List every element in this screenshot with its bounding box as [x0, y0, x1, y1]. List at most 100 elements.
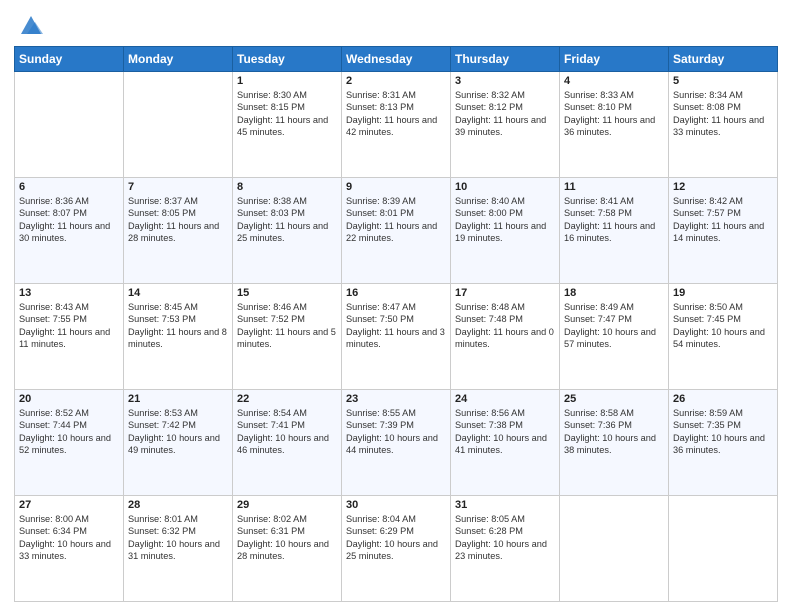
- day-info: Sunrise: 8:46 AMSunset: 7:52 PMDaylight:…: [237, 301, 337, 351]
- day-number: 24: [455, 393, 555, 405]
- calendar-cell: 16 Sunrise: 8:47 AMSunset: 7:50 PMDayligh…: [342, 284, 451, 390]
- calendar-header-row: SundayMondayTuesdayWednesdayThursdayFrid…: [15, 47, 778, 72]
- calendar-cell: 21 Sunrise: 8:53 AMSunset: 7:42 PMDayligh…: [124, 390, 233, 496]
- calendar-table: SundayMondayTuesdayWednesdayThursdayFrid…: [14, 46, 778, 602]
- calendar-cell: [15, 72, 124, 178]
- calendar-cell: 30 Sunrise: 8:04 AMSunset: 6:29 PMDayligh…: [342, 496, 451, 602]
- calendar-cell: 17 Sunrise: 8:48 AMSunset: 7:48 PMDayligh…: [451, 284, 560, 390]
- calendar-week-row: 6 Sunrise: 8:36 AMSunset: 8:07 PMDaylight…: [15, 178, 778, 284]
- calendar-cell: 3 Sunrise: 8:32 AMSunset: 8:12 PMDaylight…: [451, 72, 560, 178]
- day-number: 18: [564, 287, 664, 299]
- day-number: 6: [19, 181, 119, 193]
- weekday-header: Wednesday: [342, 47, 451, 72]
- day-number: 12: [673, 181, 773, 193]
- calendar-cell: 2Sunrise: 8:31 AMSunset: 8:13 PMDaylight…: [342, 72, 451, 178]
- day-info: Sunrise: 8:55 AMSunset: 7:39 PMDaylight:…: [346, 407, 446, 457]
- day-info: Sunrise: 8:50 AMSunset: 7:45 PMDaylight:…: [673, 301, 773, 351]
- day-number: 22: [237, 393, 337, 405]
- day-info: Sunrise: 8:43 AMSunset: 7:55 PMDaylight:…: [19, 301, 119, 351]
- calendar-cell: 31 Sunrise: 8:05 AMSunset: 6:28 PMDayligh…: [451, 496, 560, 602]
- calendar-cell: 12 Sunrise: 8:42 AMSunset: 7:57 PMDayligh…: [669, 178, 778, 284]
- calendar-cell: 22 Sunrise: 8:54 AMSunset: 7:41 PMDayligh…: [233, 390, 342, 496]
- day-number: 15: [237, 287, 337, 299]
- calendar-cell: 7 Sunrise: 8:37 AMSunset: 8:05 PMDaylight…: [124, 178, 233, 284]
- day-number: 2: [346, 75, 446, 87]
- day-info: Sunrise: 8:36 AMSunset: 8:07 PMDaylight:…: [19, 195, 119, 245]
- calendar-cell: 1 Sunrise: 8:30 AMSunset: 8:15 PMDaylight…: [233, 72, 342, 178]
- day-info: Sunrise: 8:02 AMSunset: 6:31 PMDaylight:…: [237, 513, 337, 563]
- day-info: Sunrise: 8:33 AMSunset: 8:10 PMDaylight:…: [564, 89, 664, 139]
- day-number: 20: [19, 393, 119, 405]
- day-number: 11: [564, 181, 664, 193]
- calendar-week-row: 20 Sunrise: 8:52 AMSunset: 7:44 PMDayligh…: [15, 390, 778, 496]
- day-info: Sunrise: 8:42 AMSunset: 7:57 PMDaylight:…: [673, 195, 773, 245]
- calendar-cell: 18 Sunrise: 8:49 AMSunset: 7:47 PMDayligh…: [560, 284, 669, 390]
- weekday-header: Monday: [124, 47, 233, 72]
- day-number: 9: [346, 181, 446, 193]
- day-info: Sunrise: 8:47 AMSunset: 7:50 PMDaylight:…: [346, 301, 446, 351]
- day-number: 27: [19, 499, 119, 511]
- day-number: 10: [455, 181, 555, 193]
- header: [14, 10, 778, 38]
- day-info: Sunrise: 8:58 AMSunset: 7:36 PMDaylight:…: [564, 407, 664, 457]
- day-info: Sunrise: 8:05 AMSunset: 6:28 PMDaylight:…: [455, 513, 555, 563]
- day-info: Sunrise: 8:53 AMSunset: 7:42 PMDaylight:…: [128, 407, 228, 457]
- day-info: Sunrise: 8:45 AMSunset: 7:53 PMDaylight:…: [128, 301, 228, 351]
- day-number: 31: [455, 499, 555, 511]
- day-number: 1: [237, 75, 337, 87]
- day-info: Sunrise: 8:52 AMSunset: 7:44 PMDaylight:…: [19, 407, 119, 457]
- weekday-header: Tuesday: [233, 47, 342, 72]
- logo-icon: [17, 10, 45, 38]
- calendar-cell: 24 Sunrise: 8:56 AMSunset: 7:38 PMDayligh…: [451, 390, 560, 496]
- day-number: 30: [346, 499, 446, 511]
- day-number: 28: [128, 499, 228, 511]
- day-info: Sunrise: 8:37 AMSunset: 8:05 PMDaylight:…: [128, 195, 228, 245]
- calendar-cell: 5Sunrise: 8:34 AMSunset: 8:08 PMDaylight…: [669, 72, 778, 178]
- weekday-header: Sunday: [15, 47, 124, 72]
- day-info: Sunrise: 8:04 AMSunset: 6:29 PMDaylight:…: [346, 513, 446, 563]
- day-number: 7: [128, 181, 228, 193]
- day-number: 16: [346, 287, 446, 299]
- calendar-cell: [669, 496, 778, 602]
- day-number: 5: [673, 75, 773, 87]
- page: SundayMondayTuesdayWednesdayThursdayFrid…: [0, 0, 792, 612]
- day-number: 4: [564, 75, 664, 87]
- calendar-cell: 25Sunrise: 8:58 AMSunset: 7:36 PMDayligh…: [560, 390, 669, 496]
- day-number: 8: [237, 181, 337, 193]
- day-number: 23: [346, 393, 446, 405]
- calendar-cell: 8 Sunrise: 8:38 AMSunset: 8:03 PMDaylight…: [233, 178, 342, 284]
- day-info: Sunrise: 8:49 AMSunset: 7:47 PMDaylight:…: [564, 301, 664, 351]
- day-number: 29: [237, 499, 337, 511]
- calendar-cell: 23 Sunrise: 8:55 AMSunset: 7:39 PMDayligh…: [342, 390, 451, 496]
- calendar-cell: 19Sunrise: 8:50 AMSunset: 7:45 PMDayligh…: [669, 284, 778, 390]
- calendar-cell: 14 Sunrise: 8:45 AMSunset: 7:53 PMDayligh…: [124, 284, 233, 390]
- calendar-cell: 10Sunrise: 8:40 AMSunset: 8:00 PMDayligh…: [451, 178, 560, 284]
- calendar-cell: 9 Sunrise: 8:39 AMSunset: 8:01 PMDaylight…: [342, 178, 451, 284]
- calendar-cell: 13 Sunrise: 8:43 AMSunset: 7:55 PMDayligh…: [15, 284, 124, 390]
- day-number: 21: [128, 393, 228, 405]
- day-info: Sunrise: 8:32 AMSunset: 8:12 PMDaylight:…: [455, 89, 555, 139]
- calendar-cell: 20 Sunrise: 8:52 AMSunset: 7:44 PMDayligh…: [15, 390, 124, 496]
- calendar-cell: [560, 496, 669, 602]
- calendar-week-row: 13 Sunrise: 8:43 AMSunset: 7:55 PMDayligh…: [15, 284, 778, 390]
- day-info: Sunrise: 8:39 AMSunset: 8:01 PMDaylight:…: [346, 195, 446, 245]
- day-number: 3: [455, 75, 555, 87]
- day-info: Sunrise: 8:54 AMSunset: 7:41 PMDaylight:…: [237, 407, 337, 457]
- calendar-cell: 27Sunrise: 8:00 AMSunset: 6:34 PMDayligh…: [15, 496, 124, 602]
- day-number: 26: [673, 393, 773, 405]
- calendar-cell: 6 Sunrise: 8:36 AMSunset: 8:07 PMDaylight…: [15, 178, 124, 284]
- calendar-cell: 28Sunrise: 8:01 AMSunset: 6:32 PMDayligh…: [124, 496, 233, 602]
- logo: [14, 14, 45, 38]
- weekday-header: Thursday: [451, 47, 560, 72]
- calendar-week-row: 1 Sunrise: 8:30 AMSunset: 8:15 PMDaylight…: [15, 72, 778, 178]
- day-info: Sunrise: 8:30 AMSunset: 8:15 PMDaylight:…: [237, 89, 337, 139]
- day-number: 14: [128, 287, 228, 299]
- calendar-week-row: 27Sunrise: 8:00 AMSunset: 6:34 PMDayligh…: [15, 496, 778, 602]
- day-info: Sunrise: 8:48 AMSunset: 7:48 PMDaylight:…: [455, 301, 555, 351]
- calendar-cell: 29 Sunrise: 8:02 AMSunset: 6:31 PMDayligh…: [233, 496, 342, 602]
- day-info: Sunrise: 8:38 AMSunset: 8:03 PMDaylight:…: [237, 195, 337, 245]
- day-number: 13: [19, 287, 119, 299]
- day-info: Sunrise: 8:56 AMSunset: 7:38 PMDaylight:…: [455, 407, 555, 457]
- day-number: 17: [455, 287, 555, 299]
- weekday-header: Saturday: [669, 47, 778, 72]
